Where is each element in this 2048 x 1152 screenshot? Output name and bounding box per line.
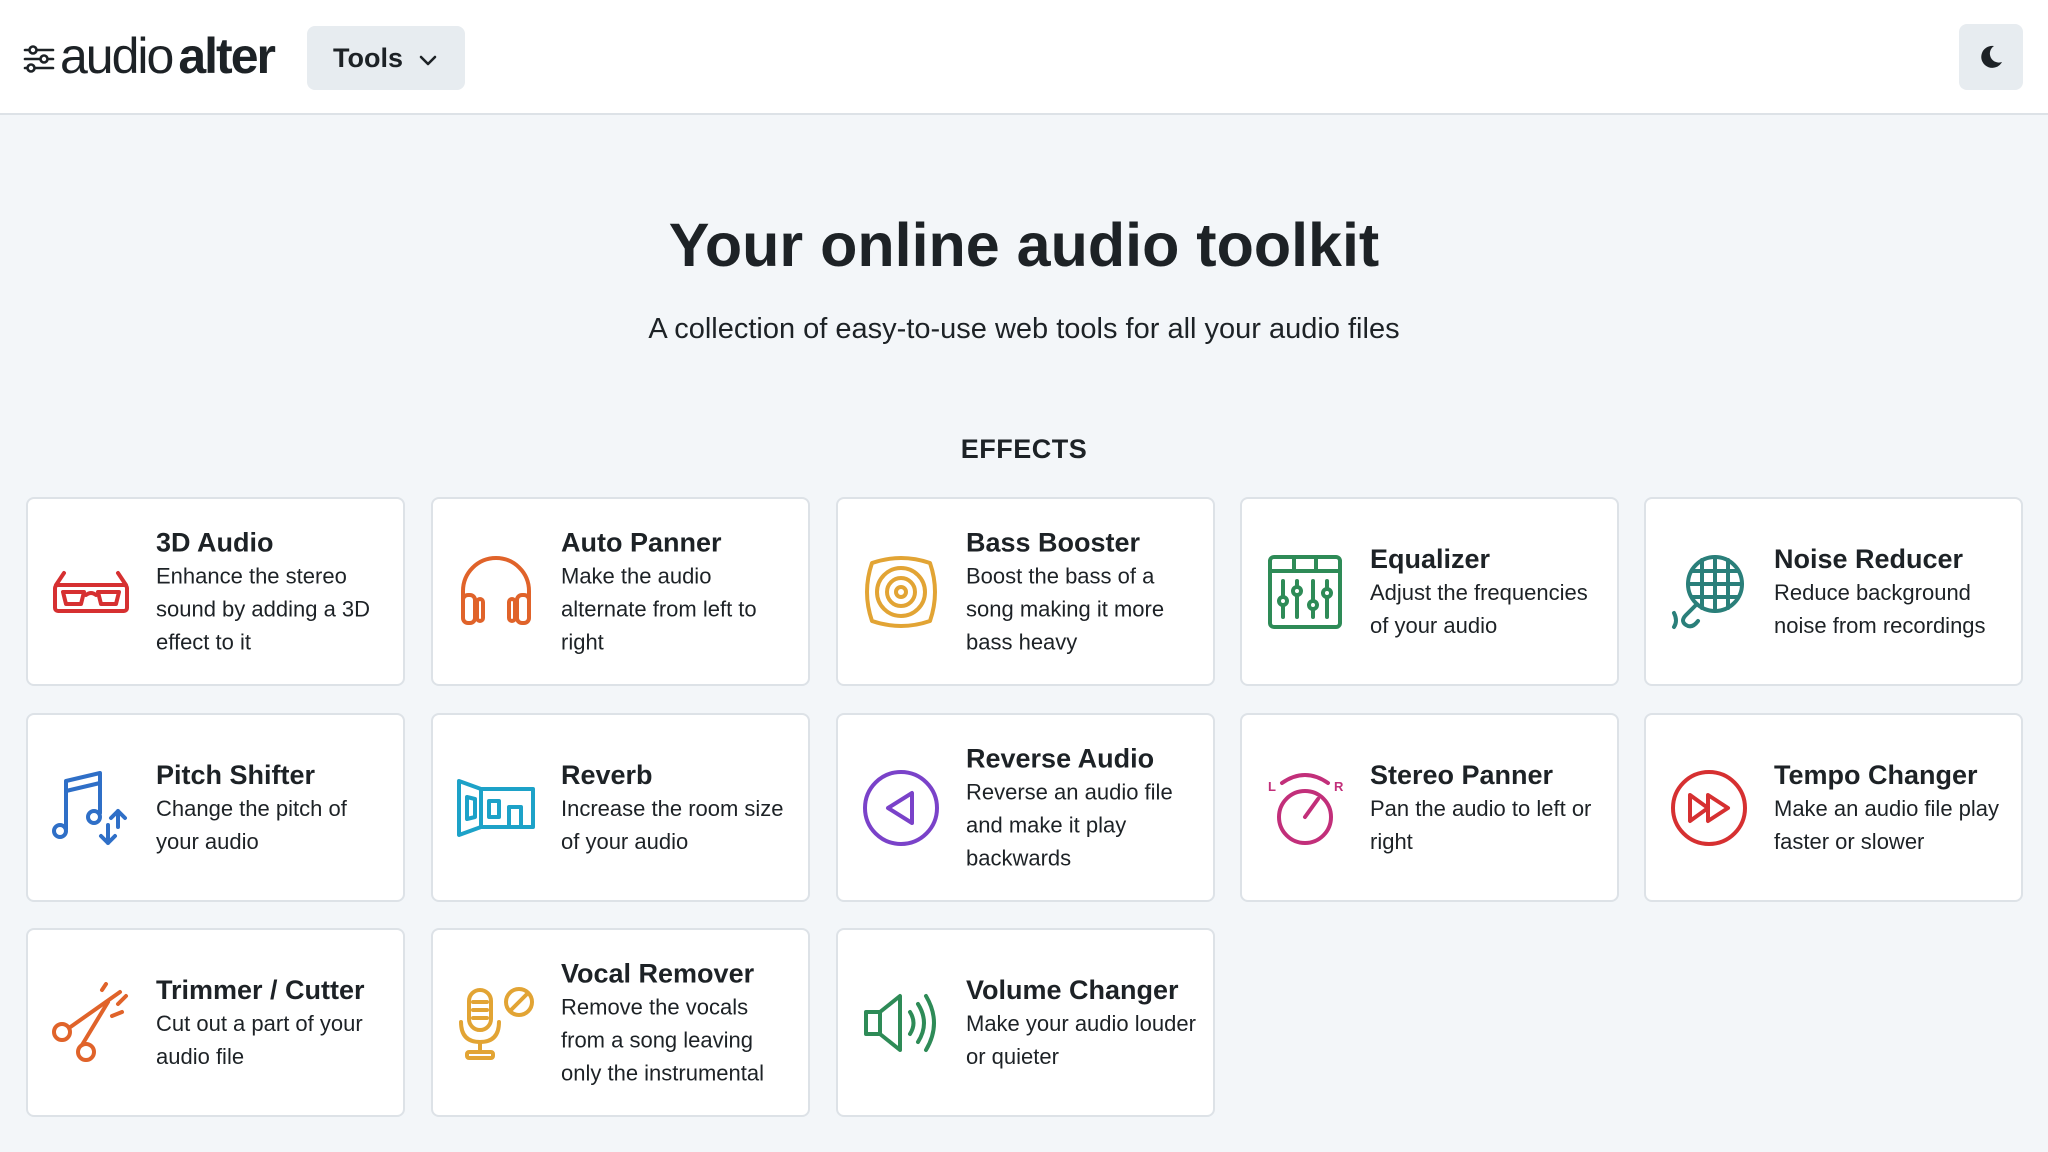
speaker-icon bbox=[860, 551, 942, 633]
chevron-down-icon bbox=[419, 55, 437, 66]
section-title-effects: EFFECTS bbox=[960, 434, 1088, 464]
card-title: Bass Booster bbox=[966, 527, 1141, 557]
tool-card-stereo-panner[interactable]: L R Stereo Panner Pan the audio to left … bbox=[1240, 713, 1619, 902]
no-mic-icon bbox=[455, 982, 537, 1064]
logo[interactable]: audio alter bbox=[22, 26, 276, 86]
card-description: Remove the vocals from a song leaving on… bbox=[561, 994, 764, 1085]
card-title: Trimmer / Cutter bbox=[156, 974, 365, 1005]
tool-card-pitch-shifter[interactable]: Pitch Shifter Change the pitch of your a… bbox=[26, 713, 405, 902]
pan-knob-icon: L R bbox=[1264, 767, 1346, 849]
dark-mode-toggle[interactable] bbox=[1959, 24, 2023, 90]
card-title: Stereo Panner bbox=[1370, 759, 1554, 790]
music-notes-icon bbox=[50, 767, 132, 849]
card-description: Reduce background noise from recordings bbox=[1774, 579, 1986, 638]
3d-glasses-icon bbox=[50, 551, 132, 633]
scissors-icon bbox=[50, 981, 132, 1064]
tool-card-equalizer[interactable]: Equalizer Adjust the frequencies of your… bbox=[1240, 497, 1619, 686]
card-description: Pan the audio to left or right bbox=[1370, 795, 1592, 854]
card-title: Vocal Remover bbox=[561, 958, 755, 988]
logo-text-alter: alter bbox=[178, 28, 276, 84]
moon-icon bbox=[1981, 45, 2002, 68]
volume-icon bbox=[860, 982, 942, 1064]
tool-card-3d-audio[interactable]: 3D Audio Enhance the stereo sound by add… bbox=[26, 497, 405, 686]
tool-card-volume-changer[interactable]: Volume Changer Make your audio louder or… bbox=[836, 928, 1215, 1117]
card-title: Equalizer bbox=[1370, 543, 1491, 574]
card-description: Change the pitch of your audio bbox=[156, 795, 347, 854]
tool-card-reverb[interactable]: Reverb Increase the room size of your au… bbox=[431, 713, 810, 902]
card-description: Make your audio louder or quieter bbox=[966, 1010, 1196, 1069]
card-title: Tempo Changer bbox=[1774, 759, 1978, 790]
grid-microphone-icon bbox=[1668, 551, 1750, 633]
top-navbar: audio alter Tools bbox=[0, 0, 2048, 115]
card-title: Reverse Audio bbox=[966, 743, 1155, 773]
svg-text:L: L bbox=[1268, 779, 1276, 794]
tool-card-vocal-remover[interactable]: Vocal Remover Remove the vocals from a s… bbox=[431, 928, 810, 1117]
tool-card-tempo-changer[interactable]: Tempo Changer Make an audio file play fa… bbox=[1644, 713, 2023, 902]
card-title: Reverb bbox=[561, 759, 653, 790]
tool-card-noise-reducer[interactable]: Noise Reducer Reduce background noise fr… bbox=[1644, 497, 2023, 686]
card-title: Auto Panner bbox=[561, 527, 722, 557]
card-title: 3D Audio bbox=[156, 527, 274, 557]
tool-card-auto-panner[interactable]: Auto Panner Make the audio alternate fro… bbox=[431, 497, 810, 686]
card-description: Make the audio alternate from left to ri… bbox=[561, 563, 757, 654]
page-subtitle: A collection of easy-to-use web tools fo… bbox=[648, 313, 1400, 345]
card-title: Volume Changer bbox=[966, 974, 1179, 1005]
card-description: Boost the bass of a song making it more … bbox=[966, 563, 1165, 654]
equalizer-icon bbox=[1264, 551, 1346, 633]
card-title: Pitch Shifter bbox=[156, 759, 316, 790]
svg-text:R: R bbox=[1334, 779, 1344, 794]
logo-text-audio: audio bbox=[60, 28, 174, 84]
tools-dropdown-button[interactable]: Tools bbox=[307, 26, 465, 90]
card-description: Make an audio file play faster or slower bbox=[1774, 795, 2000, 854]
card-description: Enhance the stereo sound by adding a 3D … bbox=[156, 563, 371, 654]
card-description: Adjust the frequencies of your audio bbox=[1370, 579, 1588, 638]
page-title: Your online audio toolkit bbox=[668, 211, 1380, 279]
headphones-icon bbox=[455, 551, 537, 633]
sliders-icon bbox=[23, 45, 55, 73]
reverse-play-icon bbox=[860, 767, 942, 849]
tool-card-bass-booster[interactable]: Bass Booster Boost the bass of a song ma… bbox=[836, 497, 1215, 686]
card-description: Cut out a part of your audio file bbox=[156, 1010, 363, 1069]
tools-label: Tools bbox=[333, 42, 403, 73]
tool-card-reverse-audio[interactable]: Reverse Audio Reverse an audio file and … bbox=[836, 713, 1215, 902]
card-title: Noise Reducer bbox=[1774, 543, 1964, 574]
card-description: Reverse an audio file and make it play b… bbox=[966, 779, 1173, 870]
card-description: Increase the room size of your audio bbox=[561, 795, 784, 854]
fast-forward-icon bbox=[1668, 767, 1750, 849]
room-icon bbox=[455, 767, 537, 849]
tool-card-trimmer-cutter[interactable]: Trimmer / Cutter Cut out a part of your … bbox=[26, 928, 405, 1117]
